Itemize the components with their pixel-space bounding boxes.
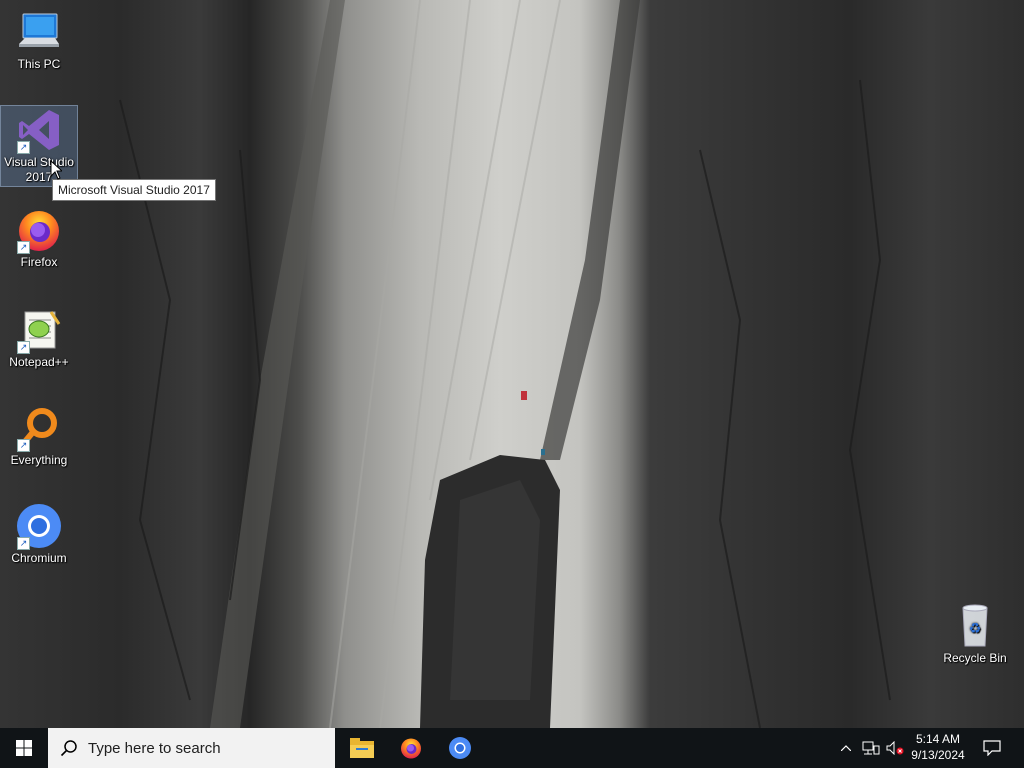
- taskbar: 5:14 AM 9/13/2024: [0, 728, 1024, 768]
- chromium-icon: [449, 737, 471, 759]
- desktop-icon-chromium[interactable]: ↗ Chromium: [1, 502, 77, 566]
- desktop-icon-label: This PC: [17, 57, 61, 71]
- icon-tooltip: Microsoft Visual Studio 2017: [52, 179, 216, 201]
- desktop-icon-visual-studio[interactable]: ↗ Visual Studio 2017: [0, 105, 78, 187]
- svg-text:♻: ♻: [969, 621, 982, 637]
- chevron-up-icon: [841, 745, 851, 751]
- taskbar-clock[interactable]: 5:14 AM 9/13/2024: [905, 731, 971, 763]
- desktop-icon-label: Notepad++: [9, 355, 69, 369]
- volume-muted-icon: [886, 741, 904, 755]
- windows-logo-icon: [16, 740, 32, 756]
- desktop-icon-label: Everything: [10, 453, 68, 467]
- shortcut-arrow-icon: ↗: [17, 537, 30, 550]
- start-button[interactable]: [0, 728, 48, 768]
- desktop-icon-label: Chromium: [11, 551, 67, 565]
- action-center-button[interactable]: [980, 728, 1004, 768]
- firefox-icon: [401, 738, 421, 759]
- shortcut-arrow-icon: ↗: [17, 439, 30, 452]
- search-icon: [60, 739, 78, 757]
- desktop-icon-everything[interactable]: ↗ Everything: [1, 404, 77, 468]
- visual-studio-icon: ↗: [15, 106, 63, 154]
- network-icon: [862, 741, 880, 755]
- file-explorer-icon: [350, 738, 374, 758]
- desktop-icon-notepadpp[interactable]: ↗ Notepad++: [1, 306, 77, 370]
- clock-date: 9/13/2024: [911, 748, 965, 762]
- recycle-bin-icon: ♻: [951, 602, 999, 650]
- cliff-rock-graphic: [119, 0, 891, 728]
- desktop-wallpaper: [0, 0, 1024, 728]
- taskbar-file-explorer[interactable]: [338, 728, 386, 768]
- notification-icon: [983, 740, 1001, 756]
- search-input[interactable]: [88, 739, 318, 757]
- chromium-icon: ↗: [15, 502, 63, 550]
- mouse-cursor-icon: [50, 160, 62, 180]
- firefox-icon: ↗: [15, 206, 63, 254]
- clock-time: 5:14 AM: [915, 732, 961, 746]
- shortcut-arrow-icon: ↗: [17, 141, 30, 154]
- desktop-icon-firefox[interactable]: ↗ Firefox: [1, 206, 77, 270]
- taskbar-firefox[interactable]: [387, 728, 435, 768]
- notepadpp-icon: ↗: [15, 306, 63, 354]
- taskbar-search-box[interactable]: [48, 728, 335, 768]
- network-button[interactable]: [860, 728, 882, 768]
- desktop-icon-recycle-bin[interactable]: ♻ Recycle Bin: [937, 602, 1013, 666]
- shortcut-arrow-icon: ↗: [17, 341, 30, 354]
- taskbar-chromium[interactable]: [436, 728, 484, 768]
- everything-icon: ↗: [15, 404, 63, 452]
- desktop-icon-label: Recycle Bin: [943, 651, 1007, 665]
- shortcut-arrow-icon: ↗: [17, 241, 30, 254]
- show-hidden-icons-button[interactable]: [838, 728, 854, 768]
- desktop-icon-label: Firefox: [20, 255, 58, 269]
- this-pc-icon: [15, 8, 63, 56]
- desktop-icon-this-pc[interactable]: This PC: [1, 8, 77, 72]
- volume-button[interactable]: [884, 728, 906, 768]
